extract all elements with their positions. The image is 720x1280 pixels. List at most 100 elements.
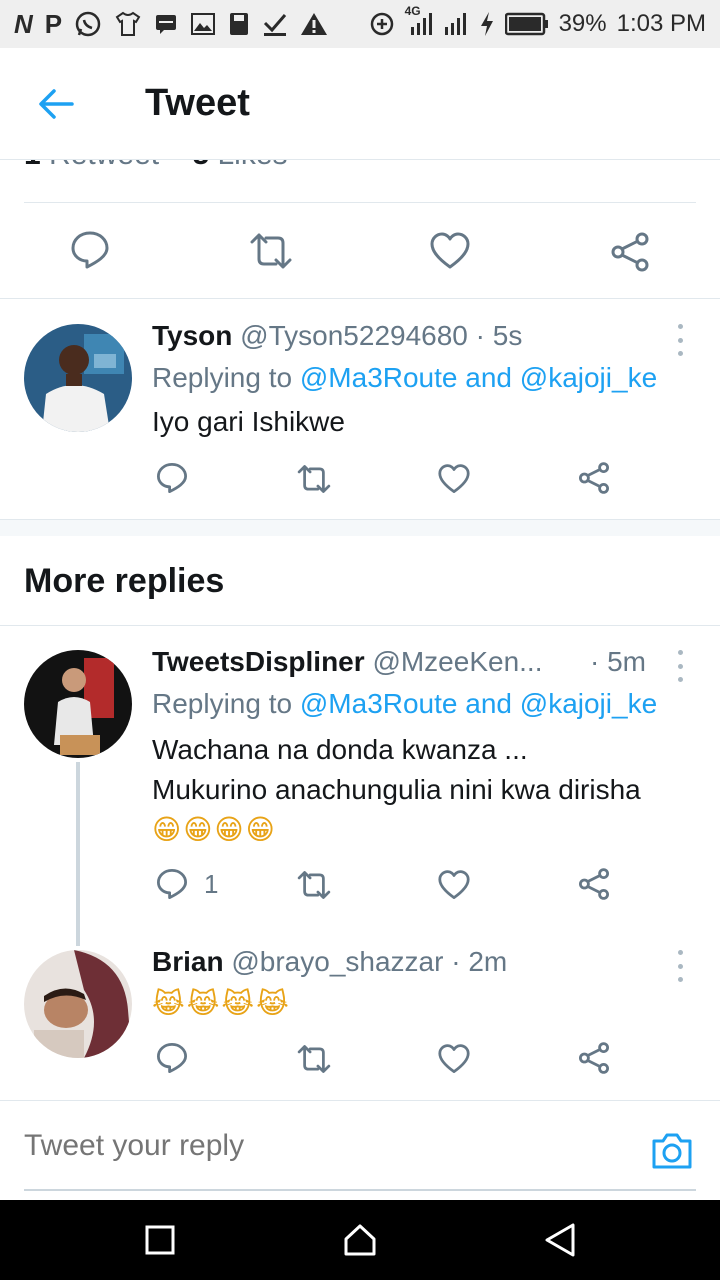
replying-and: and [465, 688, 512, 719]
author-name[interactable]: Brian [152, 946, 224, 977]
reply-button[interactable] [70, 230, 110, 270]
battery-level: 39% [558, 10, 607, 37]
retweet-icon [250, 233, 292, 269]
like-label[interactable]: Likes [217, 160, 287, 171]
like-button[interactable] [430, 232, 470, 270]
like-button[interactable] [438, 1044, 470, 1074]
retweet-button[interactable] [296, 464, 332, 494]
tweet-text-line: Wachana na donda kwanza ... [152, 734, 528, 765]
reply-icon [157, 869, 187, 899]
tweet-actions [0, 460, 720, 500]
tweet-text: Wachana na donda kwanza ... Mukurino ana… [152, 730, 641, 850]
reply-icon [157, 463, 187, 493]
mention-link[interactable]: @Ma3Route [300, 688, 458, 719]
replying-prefix: Replying to [152, 362, 293, 393]
tweet-text-line: Mukurino anachungulia nini kwa dirisha [152, 774, 641, 805]
more-options-button[interactable] [674, 950, 686, 982]
like-icon [438, 870, 470, 900]
reply-tweet[interactable]: Brian @brayo_shazzar · 2m 😹😹😹😹 [0, 926, 720, 1098]
more-icon [677, 950, 683, 955]
reply-button[interactable] [156, 1042, 188, 1074]
shirt-icon [114, 10, 142, 38]
tweet-actions: 1 [0, 866, 720, 906]
save-icon [228, 10, 250, 38]
share-button[interactable] [578, 868, 610, 900]
charging-icon [479, 10, 495, 38]
author-handle[interactable]: @brayo_shazzar [231, 946, 443, 977]
author-handle[interactable]: @MzeeKen... [372, 646, 542, 677]
retweet-button[interactable] [296, 870, 332, 900]
like-button[interactable] [438, 464, 470, 494]
back-button[interactable] [34, 84, 78, 124]
tweet-header: Tyson @Tyson52294680 · 5s [152, 320, 522, 352]
whatsapp-icon [74, 10, 102, 38]
mention-link[interactable]: @kajoji_ke [520, 362, 657, 393]
avatar[interactable] [24, 650, 132, 758]
home-button[interactable] [340, 1220, 380, 1260]
reply-input[interactable] [24, 1129, 584, 1163]
author-handle[interactable]: @Tyson52294680 [240, 320, 468, 351]
replying-prefix: Replying to [152, 688, 293, 719]
mention-link[interactable]: @kajoji_ke [520, 688, 657, 719]
warning-icon [300, 10, 328, 38]
author-name[interactable]: Tyson [152, 320, 232, 351]
like-icon [438, 464, 470, 494]
share-button[interactable] [610, 232, 650, 272]
retweet-button[interactable] [248, 232, 294, 270]
replying-and: and [465, 362, 512, 393]
reply-tweet[interactable]: TweetsDispliner @MzeeKen... · 5m Replyin… [0, 626, 720, 926]
more-options-button[interactable] [674, 324, 686, 356]
app-n-icon: N [14, 8, 33, 39]
back-icon [545, 1223, 575, 1257]
retweet-icon [297, 871, 331, 899]
share-icon [579, 462, 609, 494]
reply-icon [71, 231, 109, 269]
retweet-label[interactable]: Retweet [49, 160, 159, 171]
image-icon [190, 10, 216, 38]
like-count: 5 [192, 160, 209, 171]
download-done-icon [262, 10, 288, 38]
more-icon [677, 324, 683, 329]
emoji-text: 😹😹😹😹 [152, 988, 291, 1019]
home-icon [344, 1224, 376, 1256]
share-icon [579, 868, 609, 900]
share-button[interactable] [578, 1042, 610, 1074]
tweet-stats: 1 Retweet 5 Likes [24, 160, 696, 178]
author-name[interactable]: TweetsDispliner [152, 646, 365, 677]
more-replies-heading: More replies [24, 562, 225, 600]
mention-link[interactable]: @Ma3Route [300, 362, 458, 393]
like-icon [438, 1044, 470, 1074]
reply-tweet[interactable]: Tyson @Tyson52294680 · 5s Replying to @M… [0, 300, 720, 518]
like-button[interactable] [438, 870, 470, 900]
app-header: Tweet [0, 48, 720, 160]
app-p-icon: P [44, 8, 63, 39]
more-icon [677, 650, 683, 655]
avatar[interactable] [24, 324, 132, 432]
share-button[interactable] [578, 462, 610, 494]
recents-button[interactable] [140, 1220, 180, 1260]
reply-button[interactable] [156, 462, 188, 494]
camera-icon [652, 1133, 692, 1169]
share-icon [579, 1042, 609, 1074]
more-options-button[interactable] [674, 650, 686, 682]
reply-composer [0, 1100, 720, 1200]
reply-button[interactable]: 1 [156, 868, 218, 900]
emoji-text: 😁😁😁😁 [152, 814, 277, 845]
divider [0, 298, 720, 299]
tweet-time: · 5m [590, 646, 646, 677]
replying-to: Replying to @Ma3Route and @kajoji_ke [152, 688, 657, 720]
retweet-button[interactable] [296, 1044, 332, 1074]
retweet-count: 1 [24, 160, 41, 171]
notification-icons: N P [14, 9, 328, 40]
data-saver-icon [369, 10, 395, 38]
share-icon [611, 232, 649, 272]
back-nav-button[interactable] [540, 1220, 580, 1260]
camera-button[interactable] [650, 1131, 694, 1171]
signal-icon [443, 10, 469, 38]
system-status: 4G 39% 1:03 PM [369, 4, 706, 38]
battery-icon [504, 10, 549, 38]
signal-4g-icon: 4G [405, 4, 433, 38]
status-bar: N P 4G 39% 1:03 PM [0, 0, 720, 48]
navigation-bar [0, 1200, 720, 1280]
tweet-actions [0, 1040, 720, 1080]
